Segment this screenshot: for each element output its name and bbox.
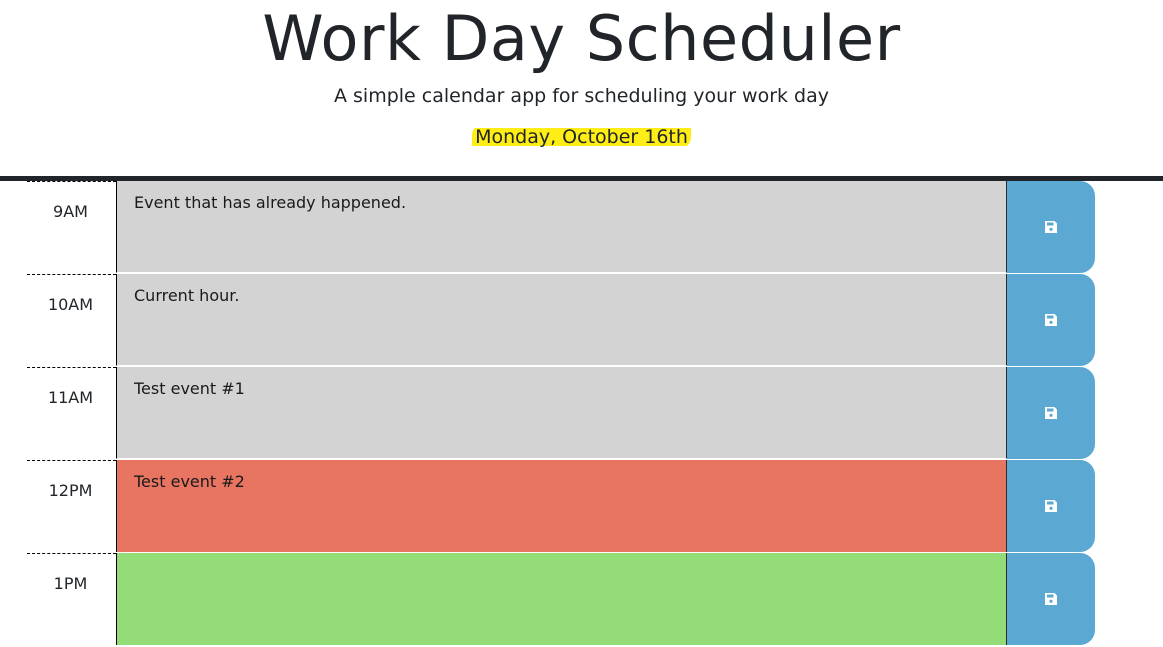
header: Work Day Scheduler A simple calendar app… <box>0 0 1163 181</box>
save-button[interactable] <box>1007 181 1095 273</box>
date-container: Monday, October 16th <box>0 125 1163 155</box>
event-description-textarea[interactable]: Test event #1 <box>116 367 1007 459</box>
page-subtitle: A simple calendar app for scheduling you… <box>333 85 830 107</box>
floppy-disk-icon <box>1044 499 1058 513</box>
hour-label: 12PM <box>27 460 116 552</box>
floppy-disk-icon <box>1044 592 1058 606</box>
hour-label: 9AM <box>27 181 116 273</box>
save-button[interactable] <box>1007 460 1095 552</box>
time-block-row: 11AM Test event #1 <box>0 367 1163 460</box>
save-button[interactable] <box>1007 553 1095 645</box>
event-description-textarea[interactable]: Test event #2 <box>116 460 1007 552</box>
time-block-row: 10AM Current hour. <box>0 274 1163 367</box>
hour-label: 10AM <box>27 274 116 366</box>
time-block-row: 12PM Test event #2 <box>0 460 1163 553</box>
floppy-disk-icon <box>1044 220 1058 234</box>
save-button[interactable] <box>1007 367 1095 459</box>
event-description-textarea[interactable] <box>116 553 1007 645</box>
event-description-textarea[interactable]: Current hour. <box>116 274 1007 366</box>
hour-label: 1PM <box>27 553 116 645</box>
floppy-disk-icon <box>1044 313 1058 327</box>
time-block-row: 9AM Event that has already happened. <box>0 181 1163 274</box>
current-date: Monday, October 16th <box>472 125 691 149</box>
time-block-row: 1PM <box>0 553 1163 646</box>
save-button[interactable] <box>1007 274 1095 366</box>
event-description-textarea[interactable]: Event that has already happened. <box>116 181 1007 273</box>
floppy-disk-icon <box>1044 406 1058 420</box>
time-block-container: 9AM Event that has already happened. 10A… <box>0 181 1163 646</box>
hour-label: 11AM <box>27 367 116 459</box>
page-title: Work Day Scheduler <box>262 2 901 75</box>
